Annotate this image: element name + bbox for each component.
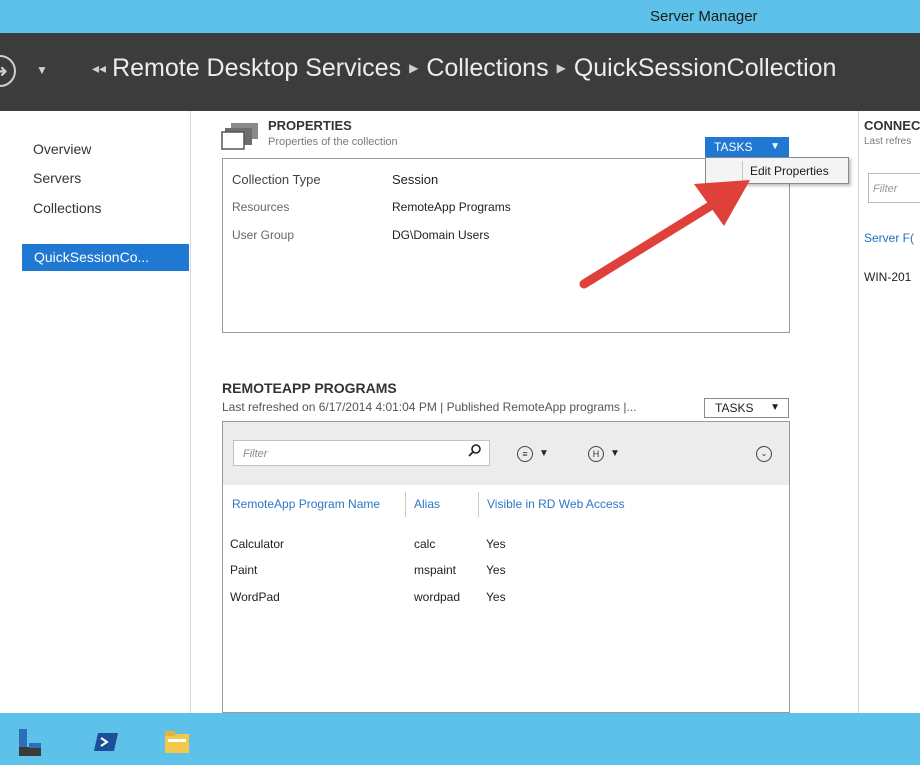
- table-cell[interactable]: Calculator: [230, 537, 284, 551]
- title-bar: Server Manager: [0, 0, 920, 33]
- connections-filter-input[interactable]: Filter: [868, 173, 920, 203]
- breadcrumb: ◂◂ Remote Desktop Services ▶ Collections ▶ Qu…: [92, 54, 836, 83]
- column-divider: [405, 492, 406, 517]
- history-dropdown-icon[interactable]: ▼: [36, 63, 48, 77]
- property-value: Session: [392, 172, 439, 187]
- column-header-program-name[interactable]: RemoteApp Program Name: [232, 497, 380, 511]
- window-title: Server Manager: [650, 8, 758, 25]
- table-cell: Yes: [486, 590, 506, 604]
- powershell-icon[interactable]: [92, 727, 120, 757]
- taskbar: [0, 713, 920, 765]
- connections-title: CONNEC: [864, 118, 920, 133]
- connections-column-header[interactable]: Server F(: [864, 231, 914, 245]
- column-header-alias[interactable]: Alias: [414, 497, 440, 511]
- table-cell[interactable]: WordPad: [230, 590, 280, 604]
- sidebar: Overview Servers Collections QuickSessio…: [0, 111, 191, 713]
- expand-icon[interactable]: ⌄: [756, 446, 772, 462]
- file-explorer-icon[interactable]: [163, 727, 191, 757]
- chevron-down-icon: ▼: [770, 141, 780, 152]
- property-value: RemoteApp Programs: [392, 200, 511, 214]
- property-label: Collection Type: [232, 172, 321, 187]
- table-cell: mspaint: [414, 563, 457, 577]
- properties-subtitle: Properties of the collection: [268, 136, 398, 148]
- table-cell[interactable]: Paint: [230, 563, 257, 577]
- breadcrumb-separator-icon: ▶: [409, 61, 419, 75]
- connections-row[interactable]: WIN-201: [864, 270, 911, 284]
- back-arrow-icon[interactable]: ➜: [0, 55, 16, 87]
- chevron-down-icon: ▼: [770, 402, 780, 413]
- remoteapp-filter-input[interactable]: Filter: [233, 440, 490, 466]
- annotation-arrow-icon: [579, 180, 750, 289]
- property-value: DG\Domain Users: [392, 228, 490, 242]
- sidebar-item-overview[interactable]: Overview: [33, 141, 91, 157]
- menu-item-edit-properties[interactable]: Edit Properties: [750, 164, 829, 178]
- property-label: User Group: [232, 228, 295, 242]
- properties-tasks-label: TASKS: [714, 140, 753, 154]
- search-icon[interactable]: [468, 443, 482, 457]
- breadcrumb-collections[interactable]: Collections: [426, 54, 548, 82]
- remoteapp-title: REMOTEAPP PROGRAMS: [222, 380, 397, 396]
- breadcrumb-quicksessioncollection[interactable]: QuickSessionCollection: [574, 54, 837, 82]
- list-view-icon[interactable]: ≡: [517, 446, 533, 462]
- sidebar-item-collections[interactable]: Collections: [33, 200, 101, 216]
- column-divider: [478, 492, 479, 517]
- navigation-bar: ➜ ▼ ◂◂ Remote Desktop Services ▶ Collection…: [0, 33, 920, 111]
- remoteapp-tasks-button[interactable]: TASKS ▼: [704, 398, 789, 418]
- chevron-down-icon[interactable]: ▼: [539, 448, 549, 459]
- column-header-visible-in-rd-web-access[interactable]: Visible in RD Web Access: [487, 497, 625, 511]
- connections-subtitle: Last refres: [864, 136, 912, 147]
- chevron-down-icon[interactable]: ▼: [610, 448, 620, 459]
- table-cell: Yes: [486, 537, 506, 551]
- remoteapp-subtitle: Last refreshed on 6/17/2014 4:01:04 PM |…: [222, 400, 637, 414]
- table-cell: wordpad: [414, 590, 461, 604]
- group-by-icon[interactable]: H: [588, 446, 604, 462]
- properties-section-icon: [221, 123, 258, 150]
- remoteapp-tasks-label: TASKS: [715, 401, 754, 415]
- breadcrumb-separator-icon: ▶: [556, 61, 566, 75]
- properties-title: PROPERTIES: [268, 118, 352, 133]
- breadcrumb-remote-desktop-services[interactable]: Remote Desktop Services: [112, 54, 401, 82]
- property-label: Resources: [232, 200, 290, 214]
- sidebar-item-servers[interactable]: Servers: [33, 170, 81, 186]
- breadcrumb-lead-icon: ◂◂: [92, 60, 107, 76]
- table-cell: Yes: [486, 563, 506, 577]
- table-cell: calc: [414, 537, 436, 551]
- sidebar-item-quicksessioncollection[interactable]: QuickSessionCo...: [22, 244, 189, 271]
- server-manager-icon[interactable]: [16, 727, 44, 757]
- properties-tasks-button[interactable]: TASKS ▼: [705, 137, 789, 157]
